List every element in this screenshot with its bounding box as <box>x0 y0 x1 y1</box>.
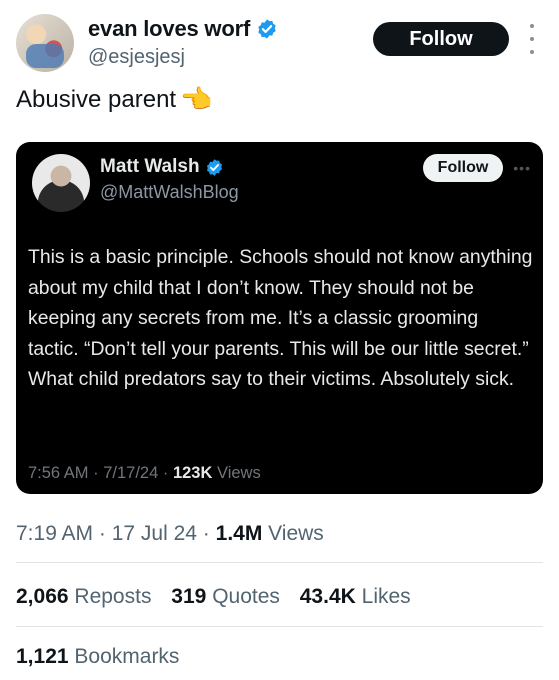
reposts-count: 2,066 <box>16 585 69 608</box>
quoted-post-text: This is a basic principle. Schools shoul… <box>28 246 533 390</box>
quoted-avatar[interactable] <box>32 154 90 212</box>
verified-badge-icon <box>258 19 276 39</box>
quoted-date[interactable]: 7/17/24 <box>103 464 158 482</box>
quoted-more-options-icon[interactable]: ••• <box>513 160 531 176</box>
post-time[interactable]: 7:19 AM <box>16 522 93 545</box>
likes-stat[interactable]: 43.4K Likes <box>300 585 411 608</box>
post-header: evan loves worf @esjesjesj Follow <box>16 12 543 76</box>
quoted-post[interactable]: Matt Walsh @MattWalshBlog Follow ••• Thi… <box>16 142 543 494</box>
divider <box>16 626 543 627</box>
post-views-label: Views <box>268 522 324 545</box>
quoted-handle[interactable]: @MattWalshBlog <box>100 182 239 203</box>
avatar[interactable] <box>16 14 74 72</box>
bookmarks-stat[interactable]: 1,121 Bookmarks <box>16 645 179 669</box>
bookmarks-label: Bookmarks <box>74 645 180 668</box>
reposts-stat[interactable]: 2,066 Reposts <box>16 585 151 608</box>
divider <box>16 562 543 563</box>
reposts-label: Reposts <box>74 585 152 608</box>
display-name-row: evan loves worf <box>88 16 278 42</box>
quotes-label: Quotes <box>212 585 280 608</box>
post-text: Abusive parent <box>16 85 177 113</box>
likes-label: Likes <box>361 585 411 608</box>
engagement-stats: 2,066 Reposts 319 Quotes 43.4K Likes <box>16 585 425 609</box>
post-text-row: Abusive parent 👈 <box>16 84 212 115</box>
quoted-views-count: 123K <box>172 464 213 482</box>
verified-badge-icon <box>206 158 222 176</box>
quoted-author-names: Matt Walsh @MattWalshBlog <box>100 156 239 203</box>
author-display-name[interactable]: evan loves worf <box>88 16 250 42</box>
likes-count: 43.4K <box>299 585 356 608</box>
pointing-hand-emoji: 👈 <box>180 84 213 114</box>
quotes-count: 319 <box>171 585 207 608</box>
author-handle[interactable]: @esjesjesj <box>88 46 278 69</box>
quoted-display-name-row: Matt Walsh <box>100 156 224 178</box>
quoted-time[interactable]: 7:56 AM <box>28 464 89 482</box>
post-date[interactable]: 17 Jul 24 <box>112 522 197 545</box>
follow-button[interactable]: Follow <box>373 22 509 56</box>
quoted-views-label: Views <box>217 464 261 482</box>
author-names: evan loves worf @esjesjesj <box>88 16 278 69</box>
quotes-stat[interactable]: 319 Quotes <box>171 585 280 608</box>
quoted-post-meta: 7:56 AM · 7/17/24 · 123K Views <box>28 464 261 482</box>
more-options-icon[interactable] <box>523 24 541 54</box>
quoted-follow-button[interactable]: Follow <box>423 154 503 182</box>
post-views-count: 1.4M <box>215 522 263 545</box>
bookmarks-count: 1,121 <box>16 645 69 668</box>
post-meta: 7:19 AM · 17 Jul 24 · 1.4M Views <box>16 522 324 545</box>
quoted-display-name[interactable]: Matt Walsh <box>100 156 200 178</box>
